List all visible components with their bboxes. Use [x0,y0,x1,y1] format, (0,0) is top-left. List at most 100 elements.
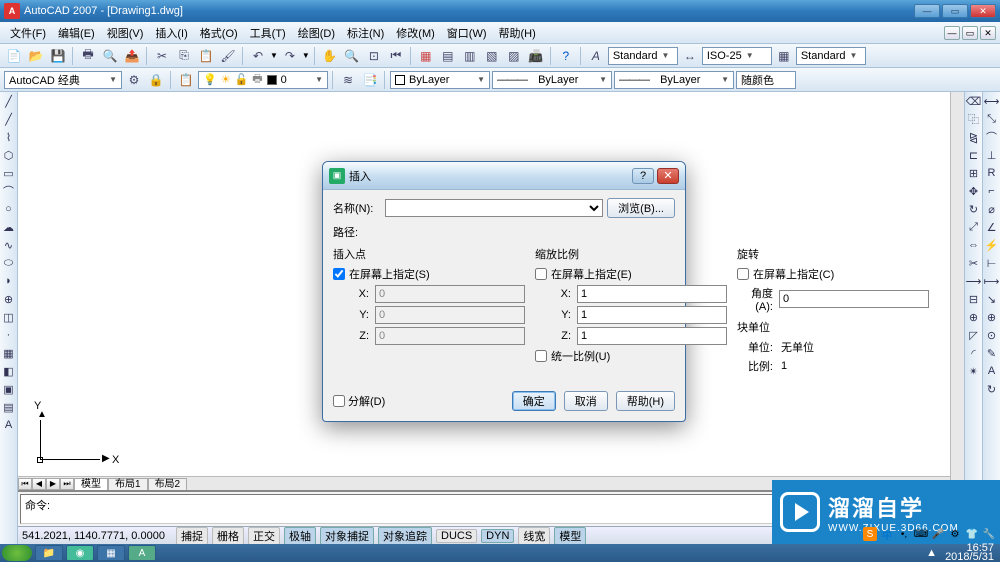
dim-continue-icon[interactable]: ⟼ [983,272,1000,290]
workspace-settings-icon[interactable]: ⚙ [124,70,144,90]
layer-combo[interactable]: 💡☀🔓🖶 0▼ [198,71,328,89]
dialog-close-button[interactable]: ✕ [657,168,679,184]
menu-tools[interactable]: 工具(T) [244,23,292,43]
open-icon[interactable]: 📂 [26,46,46,66]
task-app-icon[interactable]: ▦ [97,545,125,561]
workspace-lock-icon[interactable]: 🔒 [146,70,166,90]
arc-icon[interactable]: ⌒ [0,182,17,200]
specify-onscreen-rotation-checkbox[interactable] [737,268,749,280]
scale-y-input[interactable] [577,306,727,324]
dim-center-icon[interactable]: ⊙ [983,326,1000,344]
tab-first-icon[interactable]: ⏮ [18,478,32,490]
undo-icon[interactable]: ↶ [248,46,268,66]
chamfer-icon[interactable]: ◸ [965,326,982,344]
minimize-button[interactable]: — [914,4,940,18]
point-icon[interactable]: · [0,326,17,344]
cancel-button[interactable]: 取消 [564,391,608,411]
scale-icon[interactable]: ⤢ [965,218,982,236]
save-icon[interactable]: 💾 [48,46,68,66]
lwt-toggle[interactable]: 线宽 [518,527,550,545]
mdi-restore-button[interactable]: ▭ [962,26,978,40]
help-icon[interactable]: ? [556,46,576,66]
menu-window[interactable]: 窗口(W) [441,23,493,43]
dim-style-icon[interactable]: ↔ [680,46,700,66]
menu-view[interactable]: 视图(V) [101,23,150,43]
paste-icon[interactable]: 📋 [196,46,216,66]
linetype-combo[interactable]: ——— ByLayer▼ [492,71,612,89]
ime-soft-keyboard-icon[interactable]: ⌨ [914,527,928,541]
lineweight-combo[interactable]: ——— ByLayer▼ [614,71,734,89]
markup-icon[interactable]: ▨ [504,46,524,66]
rotate-icon[interactable]: ↻ [965,200,982,218]
dim-tolerance-icon[interactable]: ⊕ [983,308,1000,326]
tab-layout1[interactable]: 布局1 [108,478,148,490]
spline-icon[interactable]: ∿ [0,236,17,254]
osnap-toggle[interactable]: 对象捕捉 [320,527,374,545]
system-clock[interactable]: 16:572018/5/31 [941,544,998,562]
break-icon[interactable]: ⊟ [965,290,982,308]
dim-leader-icon[interactable]: ↘ [983,290,1000,308]
scale-z-input[interactable] [577,327,727,345]
erase-icon[interactable]: ⌫ [965,92,982,110]
table-style-icon[interactable]: ▦ [774,46,794,66]
ellipse-icon[interactable]: ⬭ [0,254,17,272]
ime-mic-icon[interactable]: 🎤 [931,527,945,541]
dim-update-icon[interactable]: ↻ [983,380,1000,398]
dim-quick-icon[interactable]: ⚡ [983,236,1000,254]
mdi-minimize-button[interactable]: — [944,26,960,40]
print-icon[interactable]: 🖶 [78,46,98,66]
model-toggle[interactable]: 模型 [554,527,586,545]
revcloud-icon[interactable]: ☁ [0,218,17,236]
ime-settings-icon[interactable]: ⚙ [948,527,962,541]
dialog-titlebar[interactable]: ▣ 插入 ? ✕ [323,162,685,190]
offset-icon[interactable]: ⊏ [965,146,982,164]
tab-model[interactable]: 模型 [74,478,108,490]
dim-edit-icon[interactable]: ✎ [983,344,1000,362]
sogou-ime-icon[interactable]: S [863,527,877,541]
cut-icon[interactable]: ✂ [152,46,172,66]
menu-help[interactable]: 帮助(H) [493,23,542,43]
tray-icon[interactable]: ▲ [926,547,937,559]
close-button[interactable]: ✕ [970,4,996,18]
gradient-icon[interactable]: ◧ [0,362,17,380]
sheet-set-icon[interactable]: ▧ [482,46,502,66]
ortho-toggle[interactable]: 正交 [248,527,280,545]
extend-icon[interactable]: ⟶ [965,272,982,290]
rectangle-icon[interactable]: ▭ [0,164,17,182]
hatch-icon[interactable]: ▦ [0,344,17,362]
text-style-combo[interactable]: Standard▼ [608,47,678,65]
join-icon[interactable]: ⊕ [965,308,982,326]
make-block-icon[interactable]: ◫ [0,308,17,326]
zoom-window-icon[interactable]: ⊡ [364,46,384,66]
dim-tedit-icon[interactable]: A [983,362,1000,380]
zoom-previous-icon[interactable]: ⏮ [386,46,406,66]
layer-state-icon[interactable]: 📑 [360,70,380,90]
stretch-icon[interactable]: ⇔ [965,236,982,254]
dim-angular-icon[interactable]: ∠ [983,218,1000,236]
calc-icon[interactable]: 📠 [526,46,546,66]
fillet-icon[interactable]: ◜ [965,344,982,362]
block-name-combo[interactable] [385,199,603,217]
insert-block-icon[interactable]: ⊕ [0,290,17,308]
polar-toggle[interactable]: 极轴 [284,527,316,545]
ok-button[interactable]: 确定 [512,391,556,411]
dim-radius-icon[interactable]: R [983,164,1000,182]
tab-last-icon[interactable]: ⏭ [60,478,74,490]
zoom-realtime-icon[interactable]: 🔍 [342,46,362,66]
dialog-help-footer-button[interactable]: 帮助(H) [616,391,675,411]
menu-format[interactable]: 格式(O) [194,23,244,43]
polygon-icon[interactable]: ⬡ [0,146,17,164]
task-chrome-icon[interactable]: ◉ [66,545,94,561]
layer-prev-icon[interactable]: ≋ [338,70,358,90]
dim-ordinate-icon[interactable]: ⊥ [983,146,1000,164]
dim-style-combo[interactable]: ISO-25▼ [702,47,772,65]
text-style-icon[interactable]: A [586,46,606,66]
dyn-toggle[interactable]: DYN [481,529,514,543]
menu-edit[interactable]: 编辑(E) [52,23,101,43]
table-icon[interactable]: ▤ [0,398,17,416]
uniform-scale-checkbox[interactable] [535,350,547,362]
dim-arc-icon[interactable]: ⌒ [983,128,1000,146]
circle-icon[interactable]: ○ [0,200,17,218]
mirror-icon[interactable]: ⧎ [965,128,982,146]
xline-icon[interactable]: ╱ [0,110,17,128]
